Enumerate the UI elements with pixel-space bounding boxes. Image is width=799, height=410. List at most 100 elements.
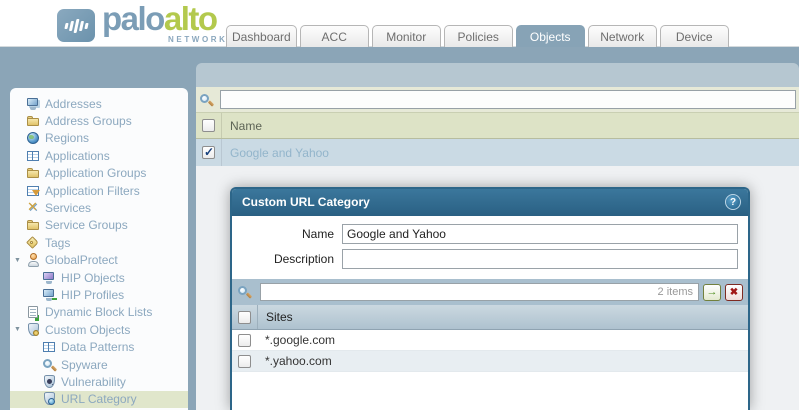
sidebar-item-label: Application Filters (45, 184, 140, 198)
sidebar-item-label: Address Groups (45, 114, 132, 128)
objects-search-input[interactable] (220, 90, 796, 109)
site-value: *.yahoo.com (257, 351, 332, 371)
name-field[interactable] (342, 224, 738, 244)
list-item[interactable]: *.yahoo.com (232, 351, 748, 372)
sidebar-item-label: Vulnerability (61, 375, 126, 389)
custom-objects-icon (26, 323, 41, 337)
clear-filter-button[interactable]: ✖ (725, 284, 743, 301)
sites-table-body: *.google.com*.yahoo.com (232, 330, 748, 372)
list-item[interactable]: *.google.com (232, 330, 748, 351)
sidebar-item-label: Services (45, 201, 91, 215)
sidebar-item-dynamic-block-lists[interactable]: Dynamic Block Lists (10, 304, 188, 321)
sidebar-item-applications[interactable]: Applications (10, 147, 188, 164)
sidebar-item-service-groups[interactable]: Service Groups (10, 217, 188, 234)
sites-filter-input[interactable] (261, 285, 658, 299)
sidebar-item-application-filters[interactable]: Application Filters (10, 182, 188, 199)
sidebar-item-data-patterns[interactable]: Data Patterns (10, 338, 188, 355)
tab-network[interactable]: Network (588, 25, 657, 47)
search-icon (237, 285, 252, 299)
vulnerability-icon (42, 375, 57, 389)
content-panel-top (196, 63, 799, 87)
site-row-checkbox[interactable] (238, 334, 251, 347)
sidebar-item-regions[interactable]: Regions (10, 130, 188, 147)
sidebar-item-label: Regions (45, 131, 89, 145)
sidebar-item-label: HIP Profiles (61, 288, 124, 302)
search-icon (199, 93, 214, 107)
palo-alto-logo-icon (57, 9, 95, 42)
sidebar-item-address-groups[interactable]: Address Groups (10, 112, 188, 129)
sidebar-item-label: Spyware (61, 358, 108, 372)
description-field-label: Description (242, 252, 334, 266)
sites-select-all-checkbox[interactable] (238, 311, 251, 324)
logo-wordmark: paloalto (102, 0, 217, 38)
sidebar-item-tags[interactable]: Tags (10, 234, 188, 251)
select-all-checkbox[interactable] (202, 119, 215, 132)
sites-filter-field: 2 items (260, 283, 699, 301)
expander-icon[interactable]: ▼ (13, 257, 26, 264)
tab-objects[interactable]: Objects (516, 25, 585, 47)
close-x-icon: ✖ (730, 287, 738, 298)
sidebar-item-hip-profiles[interactable]: HIP Profiles (10, 286, 188, 303)
table-row[interactable]: Google and Yahoo (196, 139, 799, 166)
tab-device[interactable]: Device (660, 25, 729, 47)
sidebar-item-globalprotect[interactable]: ▼ GlobalProtect (10, 252, 188, 269)
application-filters-icon (26, 184, 41, 198)
row-checkbox[interactable] (202, 146, 215, 159)
objects-table-body: Google and Yahoo (196, 139, 799, 166)
expander-icon[interactable]: ▼ (13, 326, 26, 333)
sites-filter-bar: 2 items → ✖ (232, 279, 748, 305)
sidebar-item-addresses[interactable]: Addresses (10, 95, 188, 112)
sidebar-item-label: GlobalProtect (45, 253, 118, 267)
objects-search-bar (196, 87, 799, 112)
dialog-fields: Name Description (232, 216, 748, 279)
sidebar-item-label: Service Groups (45, 218, 128, 232)
service-groups-icon (26, 218, 41, 232)
apply-filter-button[interactable]: → (703, 284, 721, 301)
sidebar-item-label: Application Groups (45, 166, 146, 180)
sites-column-header: Sites (258, 305, 293, 329)
spyware-icon (42, 358, 57, 372)
tab-dashboard[interactable]: Dashboard (226, 25, 297, 47)
sidebar-item-spyware[interactable]: Spyware (10, 356, 188, 373)
hip-objects-icon (42, 271, 57, 285)
sidebar-item-hip-objects[interactable]: HIP Objects (10, 269, 188, 286)
objects-table-header: Name (196, 112, 799, 139)
tags-icon (26, 236, 41, 250)
application-groups-icon (26, 166, 41, 180)
sidebar-item-services[interactable]: Services (10, 199, 188, 216)
sites-table-empty-area (232, 372, 748, 410)
description-field[interactable] (342, 249, 738, 269)
sidebar-item-label: Custom Objects (45, 323, 130, 337)
address-groups-icon (26, 114, 41, 128)
logo-palo: palo (102, 0, 164, 37)
custom-url-category-dialog: Custom URL Category ? Name Description 2… (230, 187, 750, 410)
applications-icon (26, 149, 41, 163)
sidebar-item-label: Applications (45, 149, 110, 163)
name-column-header: Name (222, 113, 262, 138)
sidebar-item-url-category[interactable]: URL Category (10, 391, 188, 408)
tab-policies[interactable]: Policies (444, 25, 513, 47)
sidebar-item-vulnerability[interactable]: Vulnerability (10, 373, 188, 390)
sidebar-item-custom-objects[interactable]: ▼ Custom Objects (10, 321, 188, 338)
sidebar-item-label: HIP Objects (61, 271, 125, 285)
help-icon[interactable]: ? (725, 194, 741, 210)
tab-monitor[interactable]: Monitor (372, 25, 441, 47)
sidebar-item-label: Dynamic Block Lists (45, 305, 152, 319)
nav-tabs: DashboardACCMonitorPoliciesObjectsNetwor… (226, 25, 729, 47)
logo-alto: alto (164, 0, 217, 37)
object-name-link[interactable]: Google and Yahoo (222, 139, 329, 166)
arrow-right-icon: → (707, 286, 718, 298)
hip-profiles-icon (42, 288, 57, 302)
tab-acc[interactable]: ACC (300, 25, 369, 47)
site-value: *.google.com (257, 330, 335, 350)
site-row-checkbox[interactable] (238, 355, 251, 368)
sidebar-item-label: Addresses (45, 97, 102, 111)
name-field-label: Name (242, 227, 334, 241)
regions-icon (26, 131, 41, 145)
url-category-icon (42, 392, 57, 406)
addresses-icon (26, 97, 41, 111)
dialog-title-bar: Custom URL Category ? (232, 189, 748, 216)
app-header: paloalto NETWORKS DashboardACCMonitorPol… (0, 0, 799, 47)
sidebar-item-application-groups[interactable]: Application Groups (10, 165, 188, 182)
objects-nav-tree: Addresses Address Groups Regions Applicatio… (10, 88, 188, 410)
